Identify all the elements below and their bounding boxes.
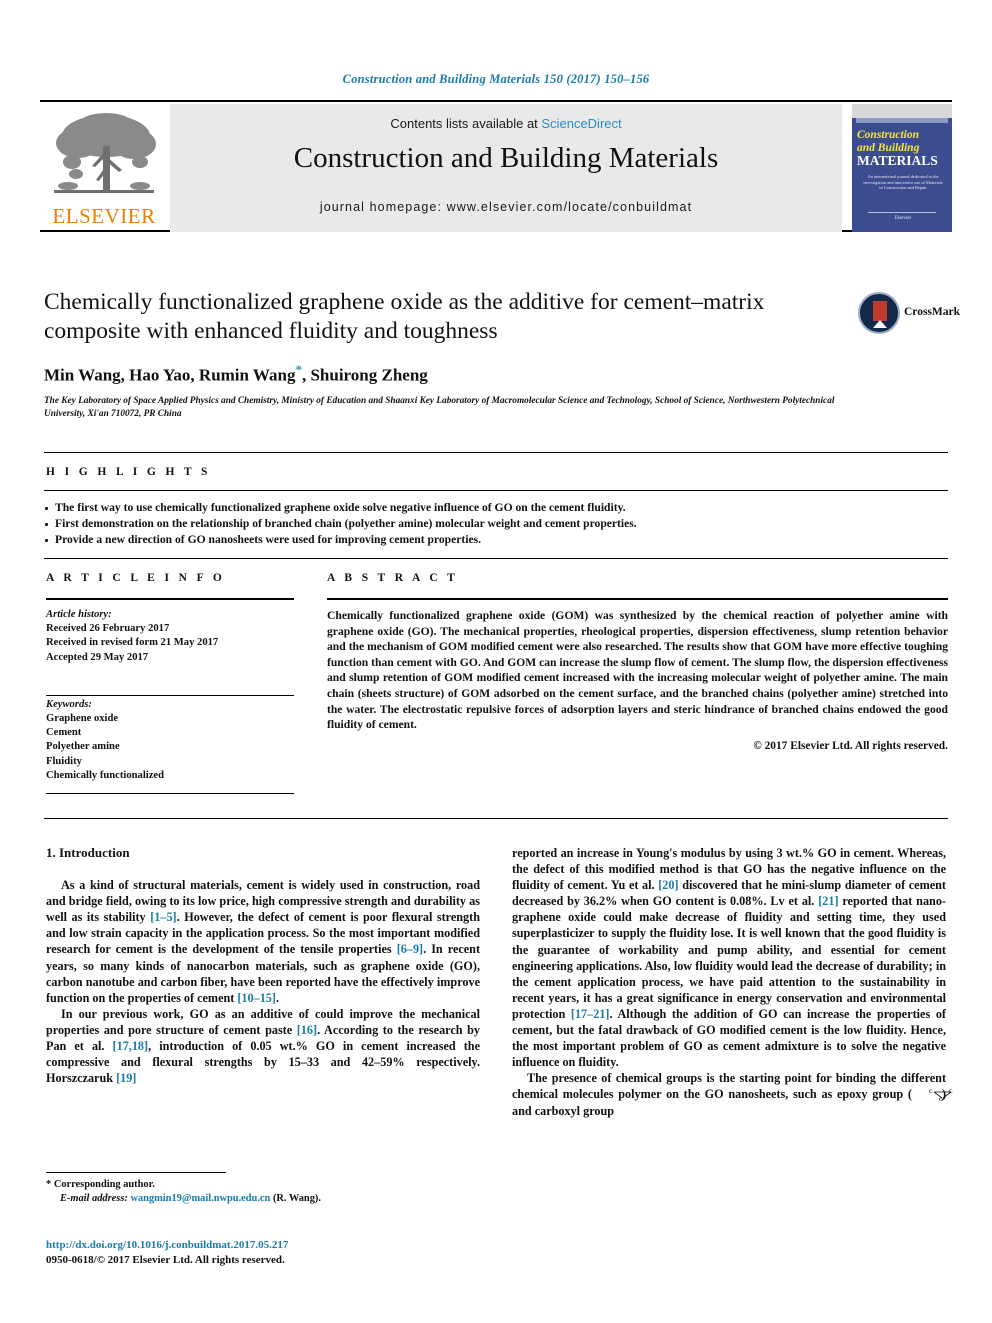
epoxy-group-structure-icon: C C O	[912, 1088, 953, 1103]
keyword-item: Polyether amine	[46, 741, 120, 753]
crossmark-inner-shape	[873, 301, 887, 321]
citation-ref[interactable]: [21]	[818, 894, 838, 908]
abstract-bottom-rule	[44, 818, 948, 819]
crossmark-triangle	[873, 320, 887, 328]
abstract-heading: A B S T R A C T	[327, 572, 459, 584]
corresponding-author-note: * Corresponding author.	[46, 1178, 486, 1192]
keywords-label: Keywords:	[46, 698, 92, 710]
paragraph: The presence of chemical groups is the s…	[512, 1070, 953, 1118]
crossmark-badge[interactable]: CrossMark	[858, 292, 960, 338]
article-history-label: Article history:	[46, 609, 112, 620]
keyword-item: Cement	[46, 727, 82, 739]
doi-link[interactable]: http://dx.doi.org/10.1016/j.conbuildmat.…	[46, 1238, 486, 1253]
article-info-underline	[46, 598, 294, 600]
citation-ref[interactable]: [17,18]	[113, 1039, 149, 1053]
highlights-underline	[44, 490, 948, 491]
elsevier-logo: ELSEVIER	[40, 104, 168, 232]
cover-accent-strip	[856, 118, 948, 123]
highlights-list: The first way to use chemically function…	[44, 500, 948, 548]
corresponding-text: Corresponding author.	[53, 1179, 155, 1190]
paper-page: Construction and Building Materials 150 …	[0, 0, 992, 1323]
highlights-heading: H I G H L I G H T S	[46, 466, 211, 478]
svg-text:O: O	[939, 1098, 943, 1101]
doi-block: http://dx.doi.org/10.1016/j.conbuildmat.…	[46, 1238, 486, 1268]
contents-prefix: Contents lists available at	[390, 116, 538, 131]
abstract-copyright: © 2017 Elsevier Ltd. All rights reserved…	[753, 739, 948, 752]
email-suffix: (R. Wang).	[272, 1193, 321, 1204]
author-names-tail: , Shuirong Zheng	[301, 365, 428, 385]
abstract-column: Chemically functionalized graphene oxide…	[327, 608, 948, 754]
abstract-underline	[327, 598, 948, 600]
body-column-right: reported an increase in Young's modulus …	[512, 845, 953, 1119]
email-label: E-mail address:	[60, 1193, 128, 1204]
running-head: Construction and Building Materials 150 …	[342, 72, 650, 86]
masthead-panel: Contents lists available at ScienceDirec…	[170, 104, 842, 232]
paragraph: In our previous work, GO as an additive …	[46, 1006, 480, 1086]
paragraph-text: reported that nano-graphene oxide could …	[512, 894, 946, 1021]
article-info-heading: A R T I C L E I N F O	[46, 572, 226, 584]
article-info-column: Article history: Received 26 February 20…	[46, 608, 296, 783]
paragraph-text: The presence of chemical groups is the s…	[512, 1071, 946, 1102]
crossmark-label: CrossMark	[904, 306, 961, 318]
cover-footer: Elsevier	[894, 216, 912, 221]
cover-subtitle: An international journal dedicated to th…	[863, 174, 943, 191]
journal-homepage-line[interactable]: journal homepage: www.elsevier.com/locat…	[170, 200, 842, 214]
list-item: First demonstration on the relationship …	[44, 516, 948, 532]
highlights-top-rule	[44, 452, 948, 453]
citation-ref[interactable]: [6–9]	[397, 942, 423, 956]
keywords-rule	[46, 793, 294, 795]
email-link[interactable]: wangmin19@mail.nwpu.edu.cn	[130, 1193, 270, 1204]
article-history-revised: Received in revised form 21 May 2017	[46, 637, 219, 649]
email-note: E-mail address: wangmin19@mail.nwpu.edu.…	[46, 1192, 486, 1206]
crossmark-icon	[858, 292, 900, 334]
affiliation: The Key Laboratory of Space Applied Phys…	[44, 395, 835, 419]
article-history-accepted: Accepted 29 May 2017	[46, 651, 149, 663]
abstract-text: Chemically functionalized graphene oxide…	[327, 609, 948, 732]
citation-ref[interactable]: [20]	[658, 878, 678, 892]
elsevier-tree-icon	[48, 110, 160, 202]
keyword-item: Fluidity	[46, 755, 82, 767]
paragraph: As a kind of structural materials, cemen…	[46, 877, 480, 1006]
footnote-rule	[46, 1172, 226, 1173]
journal-cover-thumbnail: Construction and Building MATERIALS An i…	[852, 104, 952, 232]
elsevier-wordmark: ELSEVIER	[52, 204, 156, 228]
footnote-block: * Corresponding author. E-mail address: …	[46, 1178, 486, 1206]
citation-ref[interactable]: [1–5]	[150, 910, 176, 924]
citation-ref[interactable]: [16]	[297, 1023, 317, 1037]
cover-divider	[868, 212, 936, 213]
cover-line-1: Construction	[857, 129, 919, 141]
paragraph: reported an increase in Young's modulus …	[512, 845, 946, 1070]
keywords-block: Keywords: Graphene oxide Cement Polyethe…	[46, 698, 296, 783]
cover-line-3: MATERIALS	[857, 153, 938, 168]
issn-copyright-line: 0950-0618/© 2017 Elsevier Ltd. All right…	[46, 1254, 285, 1266]
citation-ref[interactable]: [10–15]	[237, 991, 276, 1005]
cover-top-strip	[852, 104, 952, 118]
journal-title: Construction and Building Materials	[293, 142, 719, 174]
section-title-introduction: 1. Introduction	[46, 845, 130, 860]
svg-text:C: C	[929, 1090, 933, 1095]
author-names: Min Wang, Hao Yao, Rumin Wang	[44, 365, 296, 385]
svg-text:C: C	[949, 1090, 953, 1095]
info-top-rule	[44, 558, 948, 559]
keyword-item: Graphene oxide	[46, 713, 119, 725]
page-title: Chemically functionalized graphene oxide…	[44, 289, 765, 344]
citation-ref[interactable]: [19]	[116, 1071, 136, 1085]
corresponding-marker: *	[46, 1179, 52, 1190]
author-list: Min Wang, Hao Yao, Rumin Wang*, Shuirong…	[44, 362, 834, 386]
journal-masthead: ELSEVIER Contents lists available at Sci…	[40, 100, 952, 232]
keyword-item: Chemically functionalized	[46, 769, 164, 781]
body-column-left: 1. Introduction As a kind of structural …	[46, 845, 480, 1086]
list-item: The first way to use chemically function…	[44, 500, 948, 516]
article-history-received: Received 26 February 2017	[46, 623, 170, 635]
list-item: Provide a new direction of GO nanosheets…	[44, 532, 948, 548]
sciencedirect-link[interactable]: ScienceDirect	[541, 116, 621, 131]
contents-available-line: Contents lists available at ScienceDirec…	[170, 116, 842, 131]
paragraph-text: .	[275, 990, 280, 1005]
citation-ref[interactable]: [17–21]	[571, 1007, 610, 1021]
title-block: Chemically functionalized graphene oxide…	[44, 288, 834, 421]
